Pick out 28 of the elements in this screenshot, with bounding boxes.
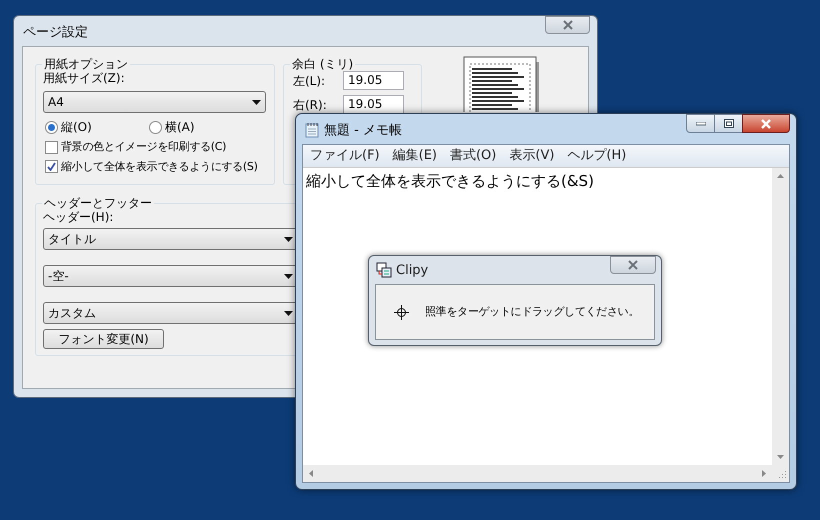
menu-item[interactable]: 表示(V)	[509, 146, 554, 166]
instruction-text: 照準をターゲットにドラッグしてください。	[425, 304, 640, 320]
field-label: 右(R):	[293, 96, 327, 114]
field-label: 用紙サイズ(Z):	[43, 71, 126, 85]
menu-item[interactable]: 書式(O)	[450, 146, 496, 166]
checkbox-option[interactable]: 縮小して全体を表示できるようにする(S)	[45, 158, 267, 175]
group-label: ヘッダーとフッター	[42, 196, 154, 210]
dropdown[interactable]: A4	[43, 91, 266, 113]
field-label: ヘッダー(H):	[43, 210, 114, 224]
menu-item[interactable]: 編集(E)	[392, 146, 437, 166]
group-label: 余白 (ミリ)	[290, 57, 356, 71]
radio-option[interactable]: 横(A)	[149, 118, 195, 136]
dropdown[interactable]: カスタム	[43, 302, 298, 324]
checkbox-option[interactable]: 背景の色とイメージを印刷する(C)	[45, 139, 267, 156]
window-title: ページ設定	[23, 24, 88, 42]
group-label: 用紙オプション	[42, 57, 130, 71]
radio-option[interactable]: 縦(O)	[45, 118, 149, 136]
font-button[interactable]: フォント変更(N)	[43, 329, 164, 349]
field-label: 左(L):	[293, 72, 326, 90]
window-title: 無題 - メモ帳	[324, 122, 402, 140]
menu-item[interactable]: ヘルプ(H)	[567, 146, 626, 166]
dropdown[interactable]: -空-	[43, 265, 298, 287]
dropdown[interactable]: タイトル	[43, 228, 298, 250]
document-text[interactable]: 縮小して全体を表示できるようにする(&S)	[306, 172, 594, 190]
margin-field[interactable]: 19.05	[343, 95, 404, 114]
margin-field[interactable]: 19.05	[343, 71, 404, 90]
menu-item[interactable]: ファイル(F)	[310, 146, 380, 166]
window-title: Clipy	[396, 262, 428, 280]
